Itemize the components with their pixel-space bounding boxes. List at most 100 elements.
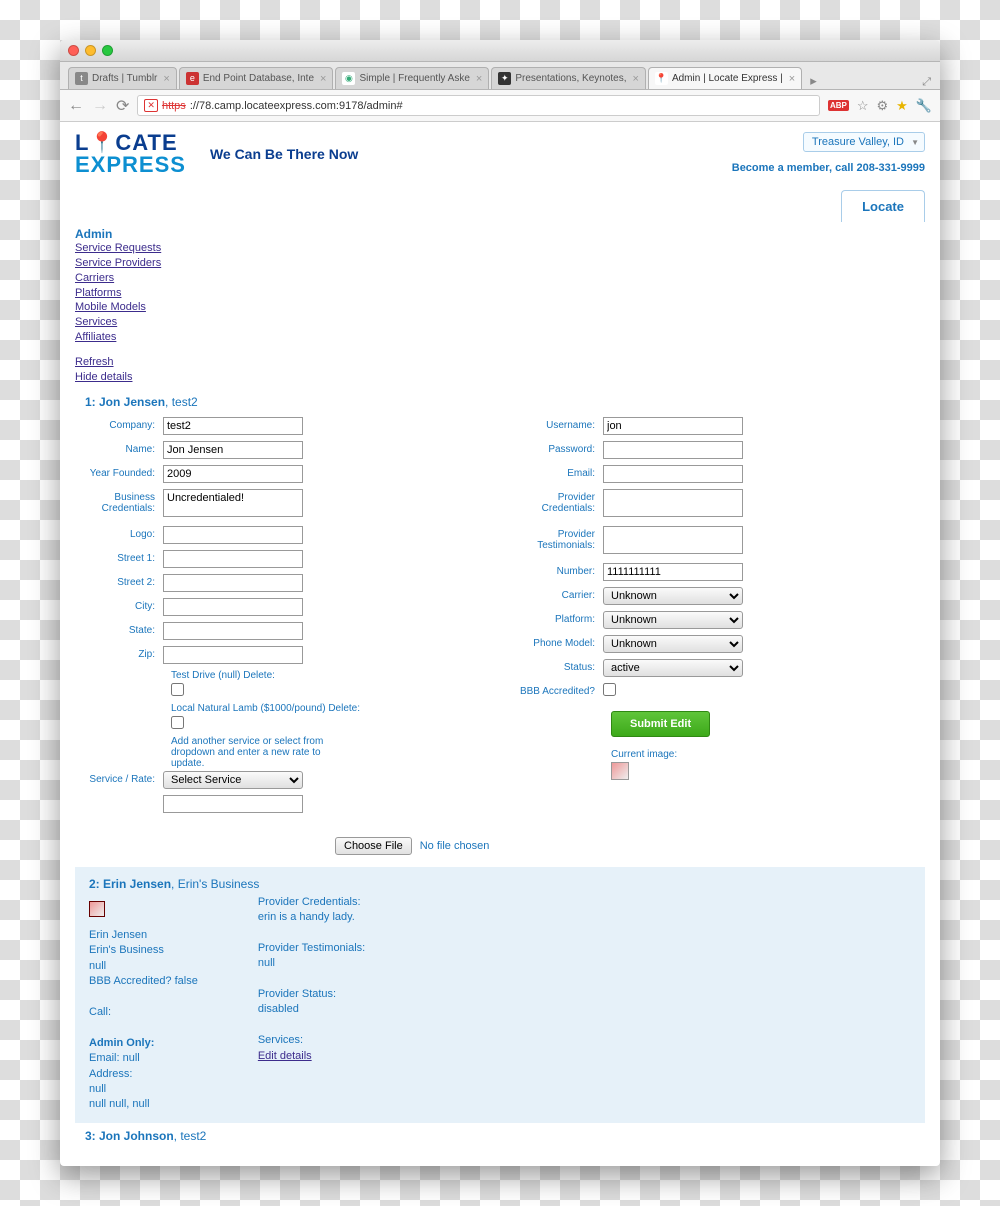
state-input[interactable] bbox=[163, 622, 303, 640]
street1-label: Street 1: bbox=[75, 550, 163, 564]
broken-image-icon bbox=[611, 762, 629, 780]
insecure-icon: ✕ bbox=[144, 99, 158, 112]
back-button[interactable]: ← bbox=[68, 97, 84, 115]
test-drive-note: Test Drive (null) Delete: bbox=[171, 670, 489, 681]
close-window-button[interactable] bbox=[68, 45, 79, 56]
nav-platforms[interactable]: Platforms bbox=[75, 286, 925, 301]
edit-details-link[interactable]: Edit details bbox=[258, 1050, 312, 1062]
nav-affiliates[interactable]: Affiliates bbox=[75, 330, 925, 345]
bookmark-icon[interactable]: ☆ bbox=[857, 98, 869, 114]
phone-select[interactable]: Unknown bbox=[603, 635, 743, 653]
logo-label: Logo: bbox=[75, 526, 163, 540]
no-file-label: No file chosen bbox=[420, 840, 490, 852]
reload-button[interactable]: ⟳ bbox=[116, 96, 129, 116]
zoom-window-button[interactable] bbox=[102, 45, 113, 56]
simple-icon: ◉ bbox=[342, 72, 355, 85]
close-icon[interactable]: × bbox=[633, 73, 639, 85]
endpoint-icon: e bbox=[186, 72, 199, 85]
extension-icon[interactable]: ⚙ bbox=[877, 98, 889, 114]
service-rate-label: Service / Rate: bbox=[75, 771, 163, 785]
window-titlebar bbox=[60, 40, 940, 62]
tab-locate[interactable]: Locate bbox=[841, 190, 925, 222]
new-tab-button[interactable]: ▸ bbox=[810, 73, 817, 89]
status-label: Status: bbox=[511, 659, 603, 673]
close-icon[interactable]: × bbox=[789, 73, 795, 85]
region-select[interactable]: Treasure Valley, ID bbox=[803, 132, 925, 152]
browser-window: tDrafts | Tumblr× eEnd Point Database, I… bbox=[60, 40, 940, 1166]
street2-input[interactable] bbox=[163, 574, 303, 592]
favorite-icon[interactable]: ★ bbox=[896, 98, 908, 114]
zip-input[interactable] bbox=[163, 646, 303, 664]
test-drive-checkbox[interactable] bbox=[171, 683, 184, 696]
page-content: L📍CATE EXPRESS We Can Be There Now Treas… bbox=[60, 122, 940, 1166]
bbb-label: BBB Accredited? bbox=[511, 683, 603, 697]
company-input[interactable] bbox=[163, 417, 303, 435]
company-label: Company: bbox=[75, 417, 163, 431]
name-input[interactable] bbox=[163, 441, 303, 459]
nav-refresh[interactable]: Refresh bbox=[75, 355, 925, 370]
browser-tab[interactable]: eEnd Point Database, Inte× bbox=[179, 67, 334, 89]
email-input[interactable] bbox=[603, 465, 743, 483]
wrench-icon[interactable]: 🔧 bbox=[916, 98, 932, 114]
nav-service-providers[interactable]: Service Providers bbox=[75, 256, 925, 271]
platform-select[interactable]: Unknown bbox=[603, 611, 743, 629]
pcred-input[interactable] bbox=[603, 489, 743, 517]
number-input[interactable] bbox=[603, 563, 743, 581]
admin-heading: Admin bbox=[75, 227, 925, 241]
email-label: Email: bbox=[511, 465, 603, 479]
cred-label: Business Credentials: bbox=[75, 489, 163, 514]
logo-input[interactable] bbox=[163, 526, 303, 544]
number-label: Number: bbox=[511, 563, 603, 577]
url-bar[interactable]: ✕ https://78.camp.locateexpress.com:9178… bbox=[137, 95, 820, 116]
phone-label: Phone Model: bbox=[511, 635, 603, 649]
browser-toolbar: ← → ⟳ ✕ https://78.camp.locateexpress.co… bbox=[60, 90, 940, 122]
adblock-icon[interactable]: ABP bbox=[828, 100, 849, 111]
nav-hide-details[interactable]: Hide details bbox=[75, 370, 925, 385]
nav-service-requests[interactable]: Service Requests bbox=[75, 241, 925, 256]
lamb-checkbox[interactable] bbox=[171, 716, 184, 729]
close-icon[interactable]: × bbox=[476, 73, 482, 85]
lamb-note: Local Natural Lamb ($1000/pound) Delete: bbox=[171, 703, 489, 714]
rate-input[interactable] bbox=[163, 795, 303, 813]
forward-button[interactable]: → bbox=[92, 97, 108, 115]
year-input[interactable] bbox=[163, 465, 303, 483]
pcred-label: Provider Credentials: bbox=[511, 489, 603, 514]
site-logo[interactable]: L📍CATE EXPRESS bbox=[75, 132, 186, 176]
status-select[interactable]: active bbox=[603, 659, 743, 677]
ptest-input[interactable] bbox=[603, 526, 743, 554]
browser-tab-active[interactable]: 📍Admin | Locate Express |× bbox=[648, 67, 802, 89]
city-label: City: bbox=[75, 598, 163, 612]
browser-tab[interactable]: ✦Presentations, Keynotes,× bbox=[491, 67, 646, 89]
nav-services[interactable]: Services bbox=[75, 315, 925, 330]
nav-carriers[interactable]: Carriers bbox=[75, 271, 925, 286]
zip-label: Zip: bbox=[75, 646, 163, 660]
password-input[interactable] bbox=[603, 441, 743, 459]
locate-icon: 📍 bbox=[655, 72, 668, 85]
nav-mobile-models[interactable]: Mobile Models bbox=[75, 300, 925, 315]
username-input[interactable] bbox=[603, 417, 743, 435]
choose-file-button[interactable]: Choose File bbox=[335, 837, 412, 855]
close-icon[interactable]: × bbox=[320, 73, 326, 85]
broken-image-icon bbox=[89, 901, 105, 917]
street1-input[interactable] bbox=[163, 550, 303, 568]
minimize-window-button[interactable] bbox=[85, 45, 96, 56]
city-input[interactable] bbox=[163, 598, 303, 616]
submit-edit-button[interactable]: Submit Edit bbox=[611, 711, 710, 737]
current-image-label: Current image: bbox=[611, 749, 925, 760]
browser-tab[interactable]: ◉Simple | Frequently Aske× bbox=[335, 67, 489, 89]
bbb-checkbox[interactable] bbox=[603, 683, 616, 696]
username-label: Username: bbox=[511, 417, 603, 431]
url-scheme: https bbox=[162, 100, 186, 112]
form-left-column: Company: Name: Year Founded: Business Cr… bbox=[75, 417, 489, 819]
ptest-label: Provider Testimonials: bbox=[511, 526, 603, 551]
browser-tab[interactable]: tDrafts | Tumblr× bbox=[68, 67, 177, 89]
expand-icon[interactable]: ⤢ bbox=[918, 76, 935, 89]
carrier-label: Carrier: bbox=[511, 587, 603, 601]
name-label: Name: bbox=[75, 441, 163, 455]
close-icon[interactable]: × bbox=[163, 73, 169, 85]
service-select[interactable]: Select Service bbox=[163, 771, 303, 789]
presentation-icon: ✦ bbox=[498, 72, 511, 85]
carrier-select[interactable]: Unknown bbox=[603, 587, 743, 605]
password-label: Password: bbox=[511, 441, 603, 455]
cred-input[interactable]: Uncredentialed! bbox=[163, 489, 303, 517]
